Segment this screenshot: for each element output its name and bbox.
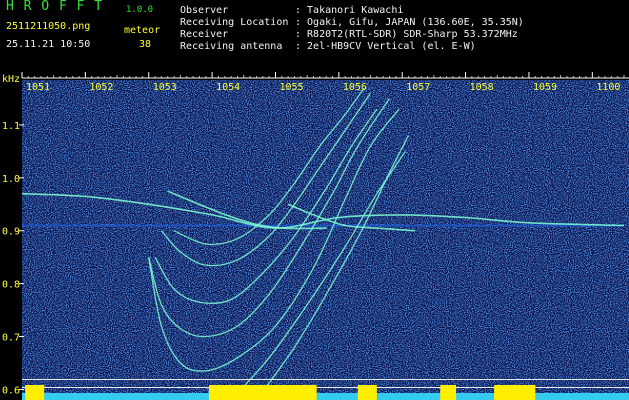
time-tick-label-2: 1053 (153, 82, 177, 93)
time-tick-label-9: 1100 (596, 82, 620, 93)
hroft-screen: H R O F F T 1.0.0 2511211050.png meteor … (0, 0, 629, 400)
signal-burst-3 (357, 385, 377, 400)
freq-tick-label-1: 1.0 (2, 174, 20, 185)
signal-burst-4 (440, 385, 457, 400)
spectrogram-chart: 1051 1052 1053 1054 1055 1056 1057 1058 1059 1100… (2, 72, 629, 400)
freq-tick-label-2: 0.9 (2, 227, 20, 238)
freq-tick-label-3: 0.8 (2, 280, 20, 291)
signal-burst-2 (25, 385, 45, 400)
freq-tick-label-5: 0.6 (2, 385, 20, 396)
spectrogram-sparkle (22, 80, 629, 400)
time-tick-label-8: 1059 (533, 82, 557, 93)
time-tick-label-3: 1054 (216, 82, 240, 93)
signal-burst-1 (494, 385, 536, 400)
time-tick-label-0: 1051 (26, 82, 50, 93)
freq-tick-label-0: 1.1 (2, 121, 20, 132)
freq-tick-label-4: 0.7 (2, 333, 20, 344)
time-tick-label-1: 1052 (89, 82, 113, 93)
y-unit-label: kHz (2, 74, 20, 85)
signal-baseline (22, 393, 629, 400)
time-tick-label-4: 1055 (279, 82, 303, 93)
time-tick-label-7: 1058 (470, 82, 494, 93)
signal-burst-0 (208, 385, 317, 400)
time-tick-label-6: 1057 (406, 82, 430, 93)
time-tick-label-5: 1056 (343, 82, 367, 93)
